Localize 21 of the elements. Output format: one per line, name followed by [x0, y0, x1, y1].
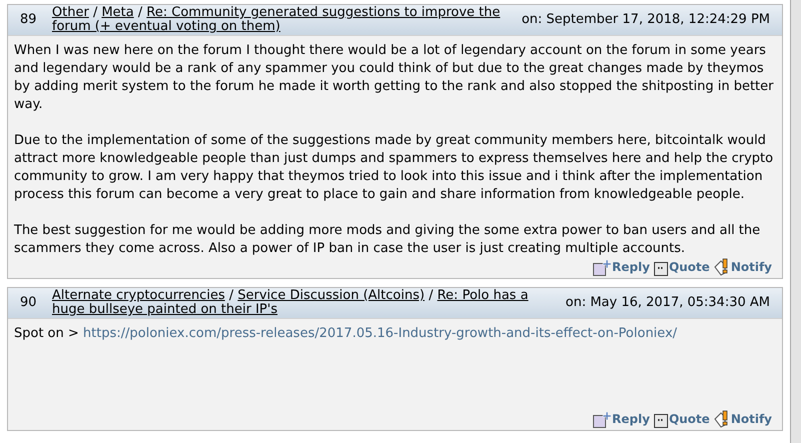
bell-alert-icon [714, 410, 730, 428]
page-plus-icon [593, 412, 612, 428]
page-plus-icon [593, 260, 612, 276]
bell-alert-icon [714, 258, 730, 276]
post-link[interactable]: https://poloniex.com/press-releases/2017.05.16-Industry-growth-and-its-effect-on-Poloniex/ [83, 326, 678, 341]
quote-button[interactable]: Quote [654, 410, 710, 428]
post-text: Spot on > [14, 326, 80, 341]
post-date: on: May 16, 2017, 05:34:30 AM [564, 294, 771, 312]
notify-button[interactable]: Notify [714, 258, 772, 276]
notify-button[interactable]: Notify [714, 410, 772, 428]
breadcrumb-links[interactable]: Alternate cryptocurrencies / Service Discussion (Altcoins) / Re: Polo has a huge bullseye painted on their IP's [52, 289, 550, 317]
reply-button[interactable]: Reply [593, 410, 650, 428]
post-number: 90 [19, 294, 38, 312]
post-paragraph: Due to the implementation of some of the suggestions made by great community members here, bitcointalk would attract more knowledgeable people than just dumps and spammers to express themselves here and help the crypto community to grow. I am very happy that theymos tried to look into this issue and i think after the implementation process this forum can become a very great to place to gain and share information from knowledgeable people. [14, 132, 774, 204]
post-number: 89 [19, 11, 38, 30]
post-paragraph: The best suggestion for me would be adding more mods and giving the some extra power to ban users and all the scammers they come across. Also a power of IP ban in case the user is just creating multiple accounts. [14, 222, 762, 258]
quote-button[interactable]: Quote [654, 258, 710, 276]
post-date: on: September 17, 2018, 12:24:29 PM [520, 11, 771, 30]
breadcrumb-links[interactable]: Other / Meta / Re: Community generated suggestions to improve the forum (+ eventual voting on them) [52, 6, 506, 34]
post-paragraph: When I was new here on the forum I thought there would be a lot of legendary account on the forum in some years and legendary would be a rank of any spammer you could think of but due to the great changes made by theymos by adding merit system to the forum he made it worth getting to the rank and also stopped the shitposting in better way. [14, 42, 774, 114]
reply-button[interactable]: Reply [593, 258, 650, 276]
